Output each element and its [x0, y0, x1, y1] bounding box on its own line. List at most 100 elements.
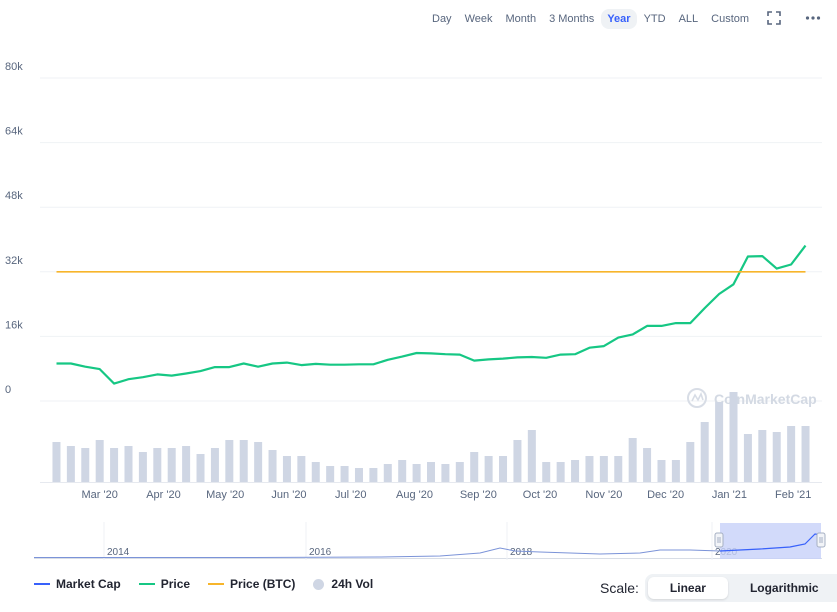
volume-bar: [326, 466, 335, 482]
volume-bar: [585, 456, 594, 482]
volume-bar: [52, 442, 61, 482]
x-tick-label: Dec '20: [647, 489, 684, 501]
legend-label: Price (BTC): [230, 577, 296, 591]
volume-bar: [484, 456, 493, 482]
volume-bar: [743, 434, 752, 482]
volume-bar: [124, 446, 133, 482]
x-tick-label: Apr '20: [146, 489, 181, 501]
navigator[interactable]: 2014201620182020: [34, 522, 826, 560]
volume-bar: [138, 452, 147, 482]
y-tick-label: 80k: [5, 61, 23, 73]
volume-bar: [513, 440, 522, 482]
volume-bar: [700, 422, 709, 482]
navigator-year-label: 2018: [510, 547, 533, 558]
legend-swatch: [138, 583, 155, 585]
volume-bar: [628, 438, 637, 482]
volume-bar: [268, 450, 277, 482]
navigator-handle-right[interactable]: [816, 532, 826, 548]
x-tick-label: Oct '20: [523, 489, 558, 501]
x-tick-label: Sep '20: [460, 489, 497, 501]
volume-bar: [196, 454, 205, 482]
volume-bar: [571, 460, 580, 482]
scale-button-linear[interactable]: Linear: [647, 577, 728, 599]
volume-bar: [239, 440, 248, 482]
volume-bar: [225, 440, 234, 482]
navigator-year-label: 2014: [107, 547, 130, 558]
x-tick-label: Aug '20: [396, 489, 433, 501]
x-tick-label: Jun '20: [271, 489, 306, 501]
x-tick-label: Mar '20: [82, 489, 118, 501]
volume-bar: [715, 402, 724, 482]
volume-bar: [369, 468, 378, 482]
scale-selector: Scale: Linear Logarithmic: [600, 574, 837, 602]
y-tick-label: 16k: [5, 319, 23, 331]
y-axis: 80k 64k 48k 32k 16k 0: [5, 61, 23, 396]
volume-bar: [527, 430, 536, 482]
x-axis: Mar '20 Apr '20 May '20 Jun '20 Jul '20 Aug '…: [40, 482, 822, 501]
chart-legend: Market Cap Price Price (BTC) 24h Vol: [34, 577, 391, 591]
legend-label: Market Cap: [56, 577, 121, 591]
volume-bar: [182, 446, 191, 482]
volume-bar: [254, 442, 263, 482]
volume-bar: [340, 466, 349, 482]
volume-bar: [311, 462, 320, 482]
volume-bar: [110, 448, 119, 482]
volume-bar: [455, 462, 464, 482]
volume-bar: [556, 462, 565, 482]
legend-swatch: [208, 583, 225, 585]
volume-bar: [801, 426, 810, 482]
volume-bar: [282, 456, 291, 482]
navigator-year-label: 2016: [309, 547, 332, 558]
volume-bar: [66, 446, 75, 482]
volume-bar: [167, 448, 176, 482]
volume-bar: [427, 462, 435, 482]
legend-label: 24h Vol: [331, 577, 374, 591]
volume-bar: [643, 448, 652, 482]
scale-button-logarithmic[interactable]: Logarithmic: [728, 577, 837, 599]
navigator-series: [34, 533, 823, 558]
volume-bar: [614, 456, 623, 482]
volume-bar: [499, 456, 508, 482]
scale-label: Scale:: [600, 580, 639, 596]
volume-bar: [470, 452, 479, 482]
x-tick-label: May '20: [206, 489, 244, 501]
series-line-price: [56, 244, 807, 385]
volume-bar: [297, 456, 306, 482]
legend-item-price-btc[interactable]: Price (BTC): [208, 577, 295, 591]
volume-bar: [729, 392, 738, 482]
x-tick-label: Feb '21: [775, 489, 811, 501]
watermark: CoinMarketCap: [687, 388, 817, 408]
coinmarketcap-logo-icon: [687, 388, 707, 408]
volume-bar: [81, 448, 90, 482]
volume-bar: [210, 448, 219, 482]
volume-bar: [758, 430, 767, 482]
volume-bar: [153, 448, 162, 482]
volume-bars: [52, 392, 810, 482]
volume-bar: [383, 464, 392, 482]
x-tick-label: Nov '20: [585, 489, 622, 501]
navigator-handle-left[interactable]: [714, 532, 724, 548]
volume-bar: [686, 442, 695, 482]
volume-bar: [542, 462, 551, 482]
legend-label: Price: [160, 577, 191, 591]
watermark-text: CoinMarketCap: [714, 391, 817, 407]
volume-bar: [398, 460, 407, 482]
y-tick-label: 32k: [5, 255, 23, 267]
navigator-selection[interactable]: [720, 523, 821, 559]
legend-swatch: [313, 578, 325, 590]
legend-item-24h-vol[interactable]: 24h Vol: [313, 577, 373, 591]
volume-bar: [354, 468, 363, 482]
legend-swatch: [34, 583, 50, 585]
y-tick-label: 0: [5, 384, 11, 396]
volume-bar: [95, 440, 104, 482]
volume-bar: [772, 432, 781, 482]
x-tick-label: Jan '21: [712, 489, 747, 501]
scale-toggle: Linear Logarithmic: [644, 574, 837, 602]
legend-item-market-cap[interactable]: Market Cap: [34, 577, 121, 591]
volume-bar: [671, 460, 680, 482]
legend-item-price[interactable]: Price: [138, 577, 191, 591]
price-chart: 80k 64k 48k 32k 16k 0 CoinMarketCap Mar '20 Ap…: [5, 61, 826, 560]
y-tick-label: 64k: [5, 126, 23, 138]
y-tick-label: 48k: [5, 190, 23, 202]
volume-bar: [412, 464, 421, 482]
